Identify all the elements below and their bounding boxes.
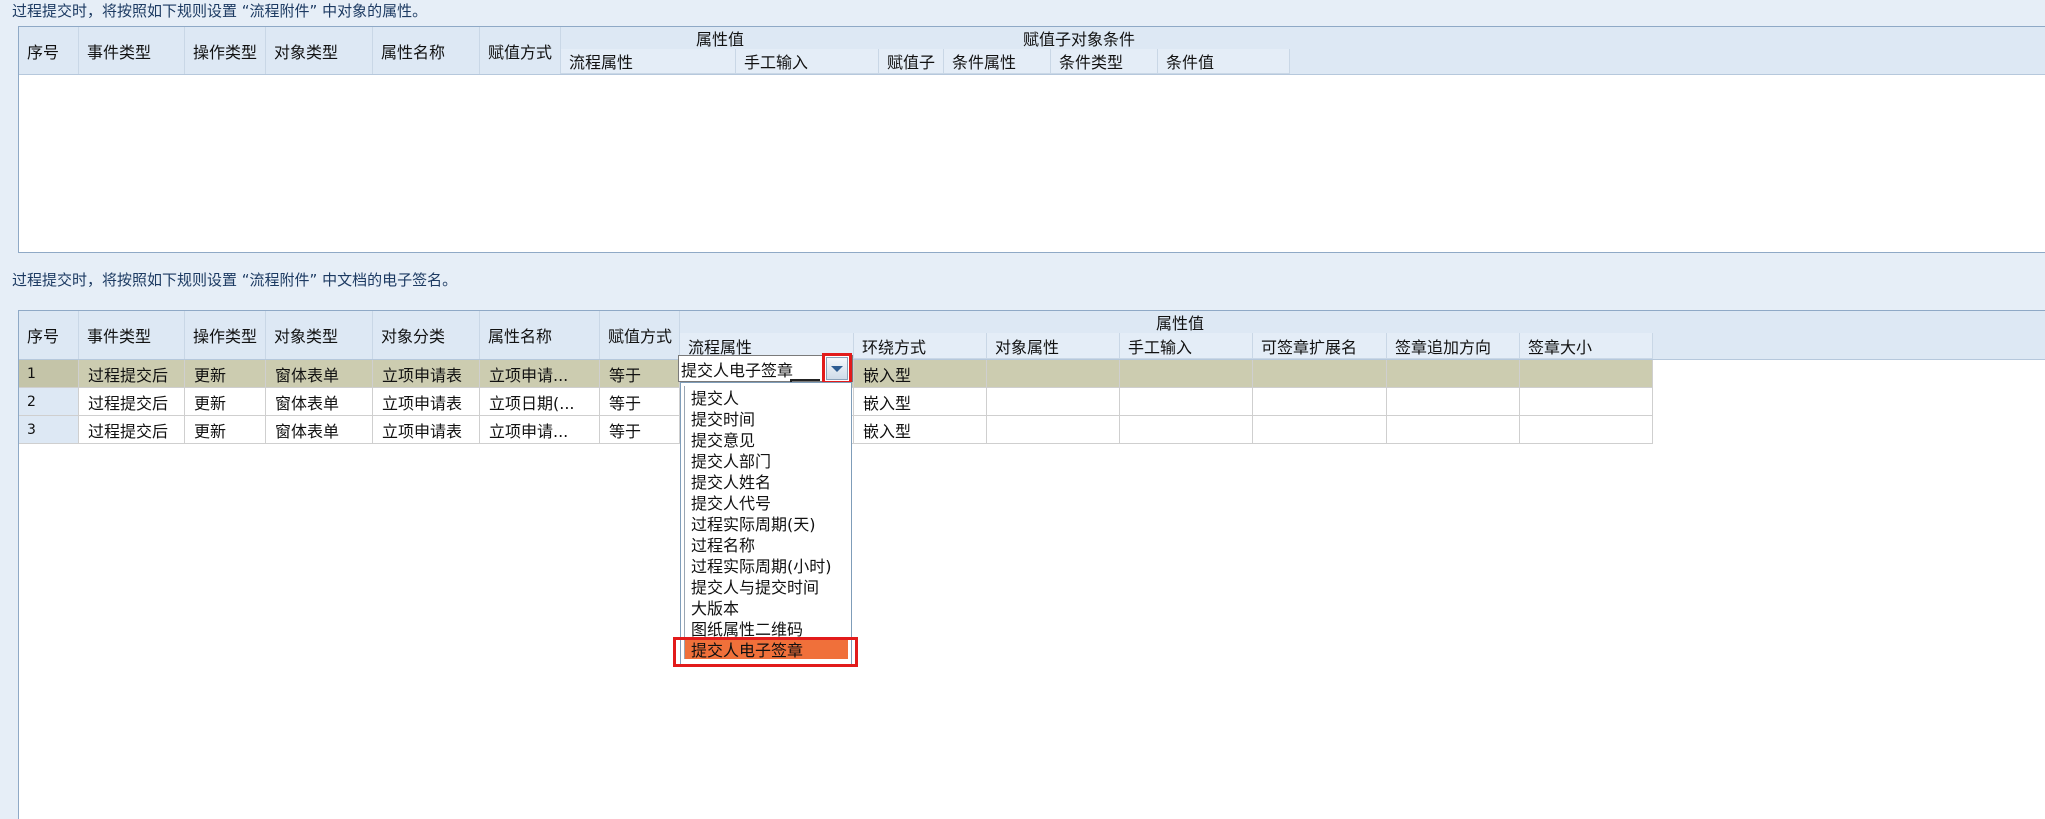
col-op-type[interactable]: 操作类型 [185,311,266,359]
cell-assign-mode[interactable]: 等于 [600,416,680,444]
col-event-type[interactable]: 事件类型 [79,311,185,359]
col-assign-child[interactable]: 赋值子 [879,49,944,74]
cell-obj-type[interactable]: 窗体表单 [266,360,373,388]
dropdown-option[interactable]: 提交人姓名 [684,470,848,492]
col-sign-size[interactable]: 签章大小 [1520,333,1653,359]
col-seq[interactable]: 序号 [19,27,79,74]
dropdown-option[interactable]: 过程实际周期(天) [684,512,848,534]
cell-event-type[interactable]: 过程提交后 [79,416,185,444]
cell-wrap-mode[interactable]: 嵌入型 [854,388,987,416]
dropdown-option[interactable]: 过程实际周期(小时) [684,554,848,576]
cell-sign-direction[interactable] [1387,388,1520,416]
combobox-value: 提交人电子签章 [681,360,794,380]
cell-manual-input[interactable] [1120,360,1253,388]
cell-sign-size[interactable] [1520,388,1653,416]
dropdown-option[interactable]: 提交时间 [684,407,848,429]
col-assign-mode[interactable]: 赋值方式 [600,311,680,359]
col-event-type[interactable]: 事件类型 [79,27,185,74]
cell-assign-mode[interactable]: 等于 [600,388,680,416]
cell-sign-ext[interactable] [1253,388,1387,416]
cell-manual-input[interactable] [1120,388,1253,416]
cell-obj-attr[interactable] [987,416,1120,444]
grid1-header: 序号 事件类型 操作类型 对象类型 属性名称 赋值方式 属性值 赋值子对象条件 … [19,27,2045,75]
col-obj-type[interactable]: 对象类型 [266,27,373,74]
col-manual-input[interactable]: 手工输入 [736,49,879,74]
cell-sign-direction[interactable] [1387,416,1520,444]
col-obj-category[interactable]: 对象分类 [373,311,480,359]
cell-wrap-mode[interactable]: 嵌入型 [854,360,987,388]
dropdown-option[interactable]: 大版本 [684,596,848,618]
col-manual-input[interactable]: 手工输入 [1120,333,1253,359]
row-seq: 2 [19,388,79,416]
cell-obj-type[interactable]: 窗体表单 [266,388,373,416]
cell-sign-ext[interactable] [1253,416,1387,444]
dropdown-button-callout [822,353,852,384]
col-sign-direction[interactable]: 签章追加方向 [1387,333,1520,359]
row-seq: 1 [19,360,79,388]
cell-op-type[interactable]: 更新 [185,416,266,444]
cell-attr-name[interactable]: 立项日期(... [480,388,600,416]
cell-event-type[interactable]: 过程提交后 [79,388,185,416]
grid2-header: 序号 事件类型 操作类型 对象类型 对象分类 属性名称 赋值方式 属性值 流程属… [19,311,2045,360]
dropdown-option[interactable]: 提交人代号 [684,491,848,513]
col-flow-attr[interactable]: 流程属性 [561,49,736,74]
object-attribute-rules-grid: 序号 事件类型 操作类型 对象类型 属性名称 赋值方式 属性值 赋值子对象条件 … [18,26,2045,253]
cell-sign-direction[interactable] [1387,360,1520,388]
cell-obj-attr[interactable] [987,360,1120,388]
cell-obj-type[interactable]: 窗体表单 [266,416,373,444]
cell-manual-input[interactable] [1120,416,1253,444]
cell-wrap-mode[interactable]: 嵌入型 [854,416,987,444]
col-cond-type[interactable]: 条件类型 [1051,49,1158,74]
cell-event-type[interactable]: 过程提交后 [79,360,185,388]
group-attr-value: 属性值 [695,30,744,49]
cell-obj-category[interactable]: 立项申请表 [373,360,480,388]
e-signature-rules-grid: 序号 事件类型 操作类型 对象类型 对象分类 属性名称 赋值方式 属性值 流程属… [18,310,2045,819]
cell-obj-category[interactable]: 立项申请表 [373,416,480,444]
group-child-condition: 赋值子对象条件 [1022,30,1135,49]
dropdown-option[interactable]: 图纸属性二维码 [684,617,848,639]
col-attr-name[interactable]: 属性名称 [480,311,600,359]
group-attr-value: 属性值 [1155,314,1204,333]
dropdown-option[interactable]: 提交意见 [684,428,848,450]
col-sign-ext[interactable]: 可签章扩展名 [1253,333,1387,359]
row-seq: 3 [19,416,79,444]
dropdown-option[interactable]: 过程名称 [684,533,848,555]
cell-attr-name[interactable]: 立项申请... [480,360,600,388]
cell-attr-name[interactable]: 立项申请... [480,416,600,444]
col-attr-name[interactable]: 属性名称 [373,27,480,74]
col-seq[interactable]: 序号 [19,311,79,359]
dropdown-option[interactable]: 提交人部门 [684,449,848,471]
cell-obj-category[interactable]: 立项申请表 [373,388,480,416]
cell-sign-ext[interactable] [1253,360,1387,388]
selected-option-callout [673,637,858,667]
cell-assign-mode[interactable]: 等于 [600,360,680,388]
cell-op-type[interactable]: 更新 [185,388,266,416]
col-cond-value[interactable]: 条件值 [1158,49,1290,74]
flow-attr-dropdown-list[interactable]: 提交人 提交时间 提交意见 提交人部门 提交人姓名 提交人代号 过程实际周期(天… [680,382,852,667]
section1-note: 过程提交时，将按照如下规则设置 “流程附件” 中对象的属性。 [12,2,428,20]
col-op-type[interactable]: 操作类型 [185,27,266,74]
dropdown-option[interactable]: 提交人 [684,386,848,408]
cell-sign-size[interactable] [1520,416,1653,444]
dropdown-option[interactable]: 提交人与提交时间 [684,575,848,597]
cell-obj-attr[interactable] [987,388,1120,416]
cell-sign-size[interactable] [1520,360,1653,388]
section2-note: 过程提交时，将按照如下规则设置 “流程附件” 中文档的电子签名。 [12,271,458,289]
col-cond-attr[interactable]: 条件属性 [944,49,1051,74]
col-obj-type[interactable]: 对象类型 [266,311,373,359]
col-wrap-mode[interactable]: 环绕方式 [854,333,987,359]
col-obj-attr[interactable]: 对象属性 [987,333,1120,359]
col-assign-mode[interactable]: 赋值方式 [480,27,561,74]
cell-op-type[interactable]: 更新 [185,360,266,388]
